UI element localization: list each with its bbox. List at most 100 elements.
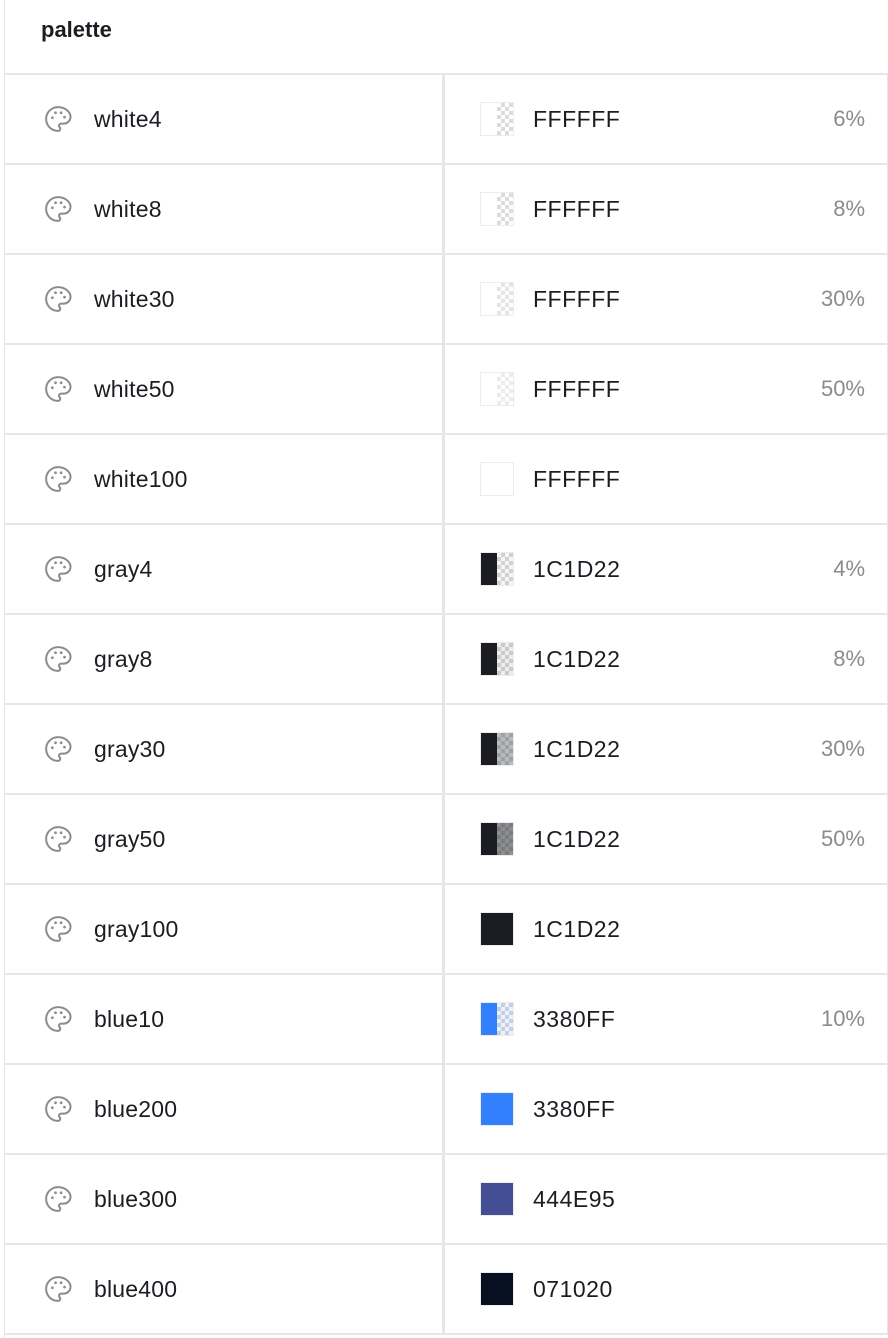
palette-header: palette xyxy=(5,0,888,75)
palette-icon xyxy=(43,554,73,584)
hex-value: FFFFFF xyxy=(533,105,621,132)
color-swatch xyxy=(480,1182,514,1216)
palette-icon xyxy=(43,1274,73,1304)
token-name-cell: white50 xyxy=(5,345,445,433)
token-name-cell: gray50 xyxy=(5,795,445,883)
token-value-cell: FFFFFF 6% xyxy=(445,75,888,163)
token-name: blue400 xyxy=(94,1275,178,1302)
token-name-cell: blue400 xyxy=(5,1245,445,1333)
color-token-row[interactable]: blue200 3380FF xyxy=(5,1065,888,1155)
hex-value: 1C1D22 xyxy=(533,645,621,672)
token-name-cell: blue300 xyxy=(5,1155,445,1243)
color-swatch xyxy=(480,1092,514,1126)
token-name: white100 xyxy=(94,465,188,492)
opacity-value: 8% xyxy=(833,646,865,671)
hex-value: 3380FF xyxy=(533,1095,616,1122)
color-token-row[interactable]: gray4 1C1D22 4% xyxy=(5,525,888,615)
color-token-row[interactable]: white50 FFFFFF 50% xyxy=(5,345,888,435)
color-token-row[interactable]: white4 FFFFFF 6% xyxy=(5,75,888,165)
color-token-row[interactable]: blue400 071020 xyxy=(5,1245,888,1335)
token-name: white50 xyxy=(94,375,175,402)
swatch-alpha-half xyxy=(497,823,513,855)
token-name: white8 xyxy=(94,195,162,222)
palette-icon xyxy=(43,104,73,134)
token-value-cell: FFFFFF 8% xyxy=(445,165,888,253)
color-token-row[interactable]: blue300 444E95 xyxy=(5,1155,888,1245)
swatch-alpha-overlay xyxy=(497,103,513,135)
swatch-solid-half xyxy=(481,643,497,675)
token-name: white4 xyxy=(94,105,162,132)
swatch-alpha-overlay xyxy=(497,733,513,765)
color-swatch xyxy=(480,732,514,766)
swatch-solid-half xyxy=(481,553,497,585)
swatch-solid-fill xyxy=(481,1183,513,1215)
token-name: gray50 xyxy=(94,825,166,852)
token-value-cell: 3380FF xyxy=(445,1065,888,1153)
token-value-cell: 1C1D22 30% xyxy=(445,705,888,793)
color-token-row[interactable]: white100 FFFFFF xyxy=(5,435,888,525)
swatch-alpha-half xyxy=(497,733,513,765)
swatch-alpha-overlay xyxy=(497,643,513,675)
swatch-solid-half xyxy=(481,733,497,765)
hex-value: 3380FF xyxy=(533,1005,616,1032)
opacity-value: 10% xyxy=(820,1006,865,1031)
swatch-alpha-overlay xyxy=(497,823,513,855)
opacity-value: 4% xyxy=(833,556,865,581)
palette-icon xyxy=(43,1094,73,1124)
color-token-list: white4 FFFFFF 6% white8 FFFFFF 8% white3 xyxy=(5,75,888,1335)
swatch-solid-fill xyxy=(481,1273,513,1305)
token-name: blue300 xyxy=(94,1185,178,1212)
color-token-row[interactable]: white8 FFFFFF 8% xyxy=(5,165,888,255)
token-name-cell: gray100 xyxy=(5,885,445,973)
swatch-alpha-overlay xyxy=(497,283,513,315)
palette-icon xyxy=(43,734,73,764)
hex-value: FFFFFF xyxy=(533,375,621,402)
token-name: blue10 xyxy=(94,1005,165,1032)
token-name: blue200 xyxy=(94,1095,178,1122)
token-value-cell: 1C1D22 xyxy=(445,885,888,973)
token-name-cell: white100 xyxy=(5,435,445,523)
hex-value: FFFFFF xyxy=(533,285,621,312)
swatch-alpha-half xyxy=(497,193,513,225)
token-name: gray100 xyxy=(94,915,179,942)
color-token-row[interactable]: blue10 3380FF 10% xyxy=(5,975,888,1065)
hex-value: 444E95 xyxy=(533,1185,616,1212)
token-value-cell: 444E95 xyxy=(445,1155,888,1243)
opacity-value: 30% xyxy=(820,286,865,311)
token-name-cell: gray30 xyxy=(5,705,445,793)
swatch-alpha-half xyxy=(497,103,513,135)
color-token-row[interactable]: gray100 1C1D22 xyxy=(5,885,888,975)
token-value-cell: FFFFFF 50% xyxy=(445,345,888,433)
token-name-cell: white30 xyxy=(5,255,445,343)
token-name: gray8 xyxy=(94,645,153,672)
color-swatch xyxy=(480,1272,514,1306)
hex-value: 1C1D22 xyxy=(533,555,621,582)
opacity-value: 50% xyxy=(820,826,865,851)
hex-value: FFFFFF xyxy=(533,195,621,222)
color-swatch xyxy=(480,102,514,136)
palette-icon xyxy=(43,824,73,854)
swatch-alpha-half xyxy=(497,1003,513,1035)
swatch-solid-fill xyxy=(481,463,513,495)
swatch-solid-half xyxy=(481,823,497,855)
color-swatch xyxy=(480,822,514,856)
swatch-alpha-overlay xyxy=(497,1003,513,1035)
token-name-cell: white8 xyxy=(5,165,445,253)
color-token-row[interactable]: gray30 1C1D22 30% xyxy=(5,705,888,795)
color-token-row[interactable]: gray50 1C1D22 50% xyxy=(5,795,888,885)
palette-icon xyxy=(43,374,73,404)
token-value-cell: FFFFFF xyxy=(445,435,888,523)
color-token-row[interactable]: white30 FFFFFF 30% xyxy=(5,255,888,345)
swatch-alpha-overlay xyxy=(497,373,513,405)
token-value-cell: 3380FF 10% xyxy=(445,975,888,1063)
opacity-value: 50% xyxy=(820,376,865,401)
token-name-cell: gray8 xyxy=(5,615,445,703)
swatch-alpha-half xyxy=(497,643,513,675)
swatch-solid-half xyxy=(481,283,497,315)
page-title: palette xyxy=(41,16,112,42)
hex-value: 1C1D22 xyxy=(533,825,621,852)
swatch-alpha-overlay xyxy=(497,193,513,225)
token-name: gray30 xyxy=(94,735,166,762)
color-token-row[interactable]: gray8 1C1D22 8% xyxy=(5,615,888,705)
swatch-alpha-half xyxy=(497,373,513,405)
